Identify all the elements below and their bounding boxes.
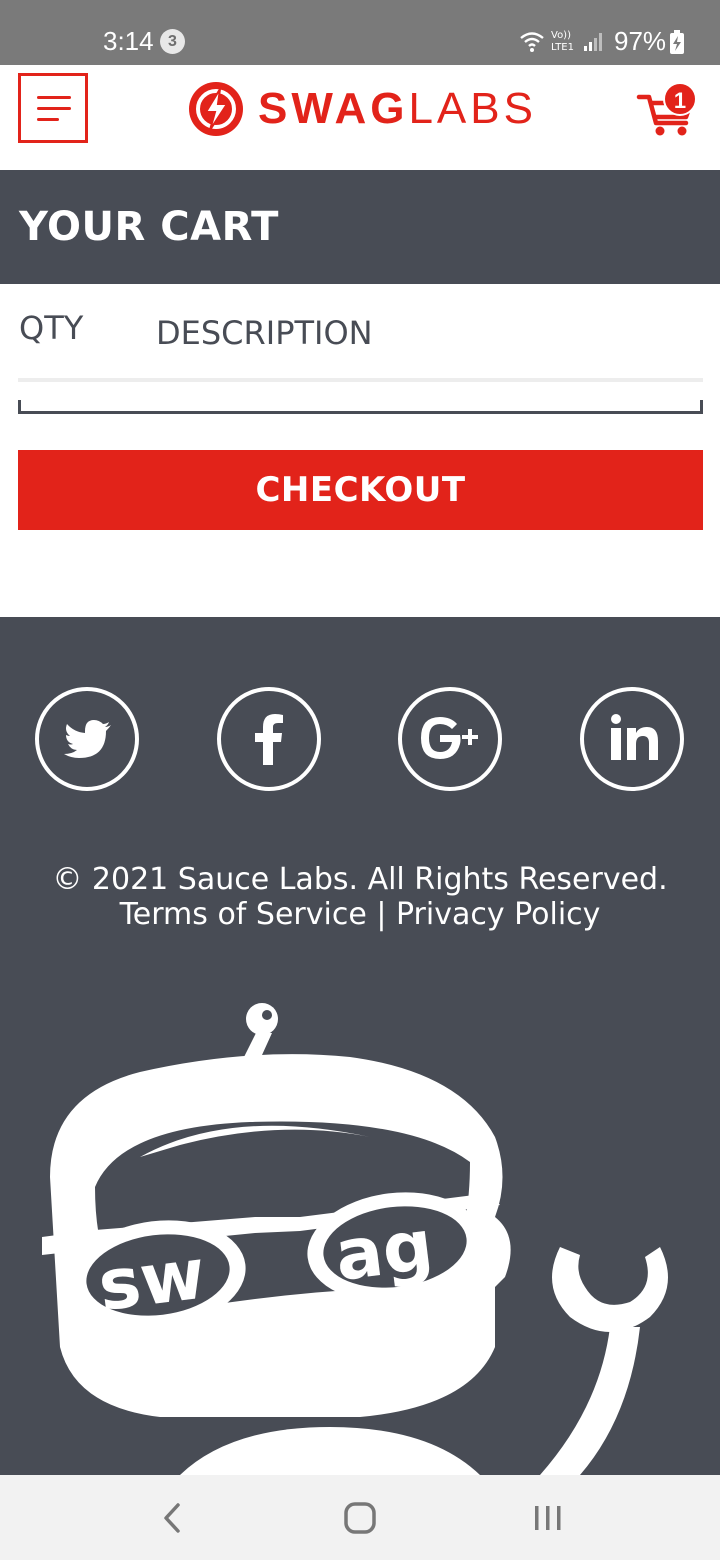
cart-count-badge: 1 [663, 82, 697, 116]
notification-count-badge: 3 [160, 29, 185, 54]
menu-button[interactable] [18, 73, 88, 143]
menu-icon-line [37, 96, 71, 99]
linkedin-button[interactable] [580, 687, 684, 791]
twitter-icon [64, 720, 111, 758]
svg-text:ag: ag [331, 1204, 438, 1297]
status-time: 3:14 [103, 26, 154, 56]
app-header: SWAGLABS 1 [0, 65, 720, 170]
recents-icon[interactable] [518, 1495, 578, 1541]
google-plus-button[interactable] [398, 687, 502, 791]
wifi-icon [520, 32, 544, 47]
menu-icon-line [37, 118, 59, 121]
linkedin-icon [611, 714, 658, 760]
link-separator: | [376, 897, 387, 932]
facebook-button[interactable] [217, 687, 321, 791]
swag-labs-logo: SWAGLABS [188, 81, 538, 139]
swag-bot-mascot: sw ag [42, 1003, 668, 1475]
svg-text:LTE1: LTE1 [551, 42, 574, 53]
status-bar: 3:14 3 Vo)) LTE1 97% [0, 0, 720, 65]
menu-icon-line [37, 107, 71, 110]
qty-column-header: QTY [19, 309, 84, 347]
privacy-policy-link[interactable]: Privacy Policy [396, 897, 600, 932]
brand-name-light: LABS [408, 84, 537, 133]
mascot-text: sw [94, 1233, 210, 1327]
cell-signal-icon [584, 33, 602, 51]
page-title-band: YOUR CART [0, 170, 720, 284]
cart-list-divider [18, 378, 703, 382]
brand-name: SWAGLABS [258, 85, 537, 133]
cart-list-empty [18, 400, 703, 414]
legal-links: Terms of Service | Privacy Policy [0, 897, 720, 932]
page-title: YOUR CART [19, 204, 279, 250]
terms-of-service-link[interactable]: Terms of Service [120, 897, 367, 932]
lightning-logo-icon [189, 82, 243, 136]
twitter-button[interactable] [35, 687, 139, 791]
footer: © 2021 Sauce Labs. All Rights Reserved. … [0, 617, 720, 1475]
facebook-icon [255, 714, 283, 765]
signal-icons: Vo)) LTE1 [520, 30, 602, 53]
description-column-header: DESCRIPTION [156, 314, 373, 352]
checkout-button[interactable]: CHECKOUT [18, 450, 703, 530]
battery-charging-icon [670, 30, 684, 54]
brand-name-bold: SWAG [258, 84, 409, 133]
battery-percentage: 97% [614, 26, 667, 56]
system-nav-bar [0, 1475, 720, 1560]
network-label: Vo)) [551, 30, 571, 41]
copyright-text: © 2021 Sauce Labs. All Rights Reserved. [52, 862, 668, 897]
home-icon[interactable] [330, 1495, 390, 1541]
google-plus-icon [421, 717, 478, 759]
back-icon[interactable] [142, 1495, 202, 1541]
